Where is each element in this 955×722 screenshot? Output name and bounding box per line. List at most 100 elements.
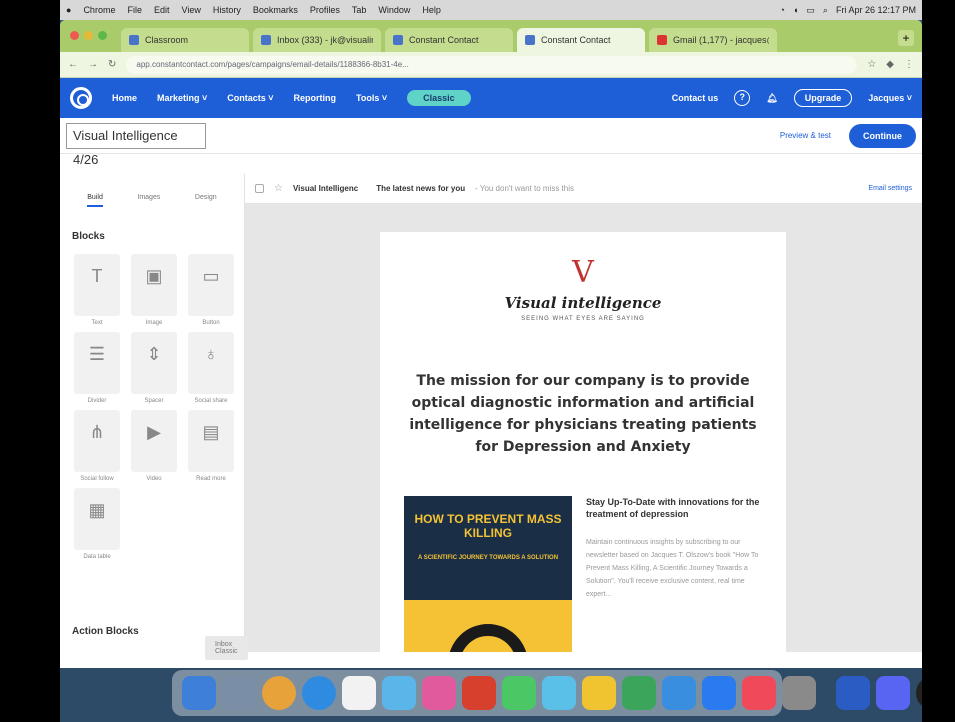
new-tab-button[interactable]: +: [898, 30, 914, 46]
music-icon[interactable]: [462, 676, 496, 710]
safari-icon[interactable]: [302, 676, 336, 710]
tab-images[interactable]: Images: [137, 194, 160, 207]
menu-profiles[interactable]: Profiles: [310, 5, 340, 15]
constant-contact-logo-icon[interactable]: [70, 87, 92, 109]
launchpad-icon[interactable]: [222, 676, 256, 710]
calendar-icon[interactable]: [342, 676, 376, 710]
tab-bar: Classroom Inbox (333) - jk@visualintel C…: [60, 20, 922, 52]
nav-reporting[interactable]: Reporting: [294, 93, 337, 103]
block-divider[interactable]: ☰ Divider: [74, 332, 120, 404]
app-store-icon[interactable]: [702, 676, 736, 710]
user-menu[interactable]: Jacques ˅: [868, 93, 912, 103]
numbers-icon[interactable]: [622, 676, 656, 710]
promo-section: HOW TO PREVENT MASS KILLING A SCIENTIFIC…: [380, 496, 786, 652]
mission-statement[interactable]: The mission for our company is to provid…: [398, 370, 768, 458]
block-button[interactable]: ▭ Button: [188, 254, 234, 326]
reload-icon[interactable]: ↻: [108, 59, 116, 70]
tab-design[interactable]: Design: [195, 194, 217, 207]
search-icon[interactable]: ⌕: [823, 5, 828, 16]
browser-tab-active[interactable]: Constant Contact: [517, 28, 645, 52]
volume-icon[interactable]: ◖: [793, 5, 798, 15]
maps-icon[interactable]: [542, 676, 576, 710]
menu-history[interactable]: History: [213, 5, 241, 15]
nav-tools[interactable]: Tools ˅: [356, 93, 387, 103]
brand-tagline[interactable]: SEEING WHAT EYES ARE SAYING: [380, 316, 786, 322]
menu-bookmarks[interactable]: Bookmarks: [253, 5, 298, 15]
blocks-panel: Build Images Design Blocks T Text ▣ Image …: [60, 174, 248, 660]
menu-file[interactable]: File: [127, 5, 142, 15]
system-settings-icon[interactable]: [782, 676, 816, 710]
block-spacer[interactable]: ⇕ Spacer: [131, 332, 177, 404]
star-icon[interactable]: ☆: [274, 183, 283, 194]
block-label: Text: [91, 320, 103, 326]
zoom-icon[interactable]: [836, 676, 870, 710]
browser-tab[interactable]: Gmail (1,177) - jacques@visual: [649, 28, 777, 52]
nav-marketing[interactable]: Marketing ˅: [157, 93, 207, 103]
facetime-icon[interactable]: [502, 676, 536, 710]
apple-icon[interactable]: ●: [66, 5, 71, 15]
help-icon[interactable]: ?: [734, 90, 751, 106]
menu-window[interactable]: Window: [378, 5, 410, 15]
keynote-icon[interactable]: [662, 676, 696, 710]
block-read-more[interactable]: ▤ Read more: [188, 410, 234, 482]
discord-icon[interactable]: [876, 676, 910, 710]
block-image[interactable]: ▣ Image: [131, 254, 177, 326]
browser-tab[interactable]: Constant Contact: [385, 28, 513, 52]
subject-text[interactable]: The latest news for you: [376, 184, 465, 193]
close-window-icon[interactable]: [70, 31, 79, 40]
photos-icon[interactable]: [422, 676, 456, 710]
menubar-clock[interactable]: Fri Apr 26 12:17 PM: [836, 5, 916, 15]
block-social-share[interactable]: ♁ Social share: [188, 332, 234, 404]
finder-icon[interactable]: [182, 676, 216, 710]
block-video[interactable]: ▶ Video: [131, 410, 177, 482]
minimize-window-icon[interactable]: [84, 31, 93, 40]
wifi-icon[interactable]: ◔: [780, 5, 785, 15]
email-body[interactable]: V Visual intelligence SEEING WHAT EYES A…: [380, 232, 786, 652]
notes-icon[interactable]: [582, 676, 616, 710]
email-settings-link[interactable]: Email settings: [868, 185, 912, 192]
contact-us-link[interactable]: Contact us: [672, 93, 719, 103]
tab-build[interactable]: Build: [87, 194, 103, 207]
continue-button[interactable]: Continue: [849, 123, 916, 148]
brand-name[interactable]: Visual intelligence: [380, 294, 786, 312]
nav-home[interactable]: Home: [112, 93, 137, 103]
battery-icon[interactable]: ▭: [806, 5, 815, 16]
classic-toggle-button[interactable]: Classic: [407, 90, 471, 106]
subject-line-bar: ☆ Visual Intelligenc The latest news for…: [245, 174, 922, 204]
preview-test-link[interactable]: Preview & test: [780, 131, 831, 140]
messages-icon[interactable]: [382, 676, 416, 710]
promo-text[interactable]: Stay Up-To-Date with innovations for the…: [586, 496, 762, 652]
zoom-window-icon[interactable]: [98, 31, 107, 40]
upgrade-button[interactable]: Upgrade: [793, 89, 853, 107]
spacer-icon: ⇕: [146, 344, 162, 364]
browser-tab[interactable]: Inbox (333) - jk@visualintel: [253, 28, 381, 52]
tab-favicon: [657, 35, 667, 45]
chrome-icon[interactable]: [262, 676, 296, 710]
block-data-table[interactable]: ▦ Data table: [74, 488, 120, 560]
menu-edit[interactable]: Edit: [154, 5, 170, 15]
itunes-icon[interactable]: [742, 676, 776, 710]
menu-tab[interactable]: Tab: [352, 5, 367, 15]
preheader-text[interactable]: - You don't want to miss this: [475, 184, 574, 193]
editor-toolbar: Visual Intelligence 4/26 Preview & test …: [60, 118, 922, 167]
book-cover-image[interactable]: HOW TO PREVENT MASS KILLING A SCIENTIFIC…: [404, 496, 572, 652]
menu-help[interactable]: Help: [422, 5, 441, 15]
forward-icon[interactable]: →: [88, 59, 98, 70]
bookmark-star-icon[interactable]: ☆: [867, 59, 876, 70]
back-icon[interactable]: ←: [68, 59, 78, 70]
block-social-follow[interactable]: ⋔ Social follow: [74, 410, 120, 482]
nav-contacts[interactable]: Contacts ˅: [227, 93, 273, 103]
from-name[interactable]: Visual Intelligenc: [293, 184, 358, 193]
menu-view[interactable]: View: [181, 5, 200, 15]
url-input[interactable]: app.constantcontact.com/pages/campaigns/…: [126, 55, 858, 74]
browser-tab[interactable]: Classroom: [121, 28, 249, 52]
block-label: Social share: [194, 398, 228, 404]
browser-menu-icon[interactable]: ⋮: [904, 59, 914, 70]
block-text[interactable]: T Text: [74, 254, 120, 326]
menu-chrome[interactable]: Chrome: [83, 5, 115, 15]
campaign-title-input[interactable]: Visual Intelligence 4/26: [66, 122, 206, 167]
block-label: Read more: [196, 476, 226, 482]
select-checkbox[interactable]: [255, 184, 264, 193]
extension-icon[interactable]: ◆: [886, 59, 894, 70]
notification-bell-icon[interactable]: 🔔︎: [766, 93, 777, 104]
